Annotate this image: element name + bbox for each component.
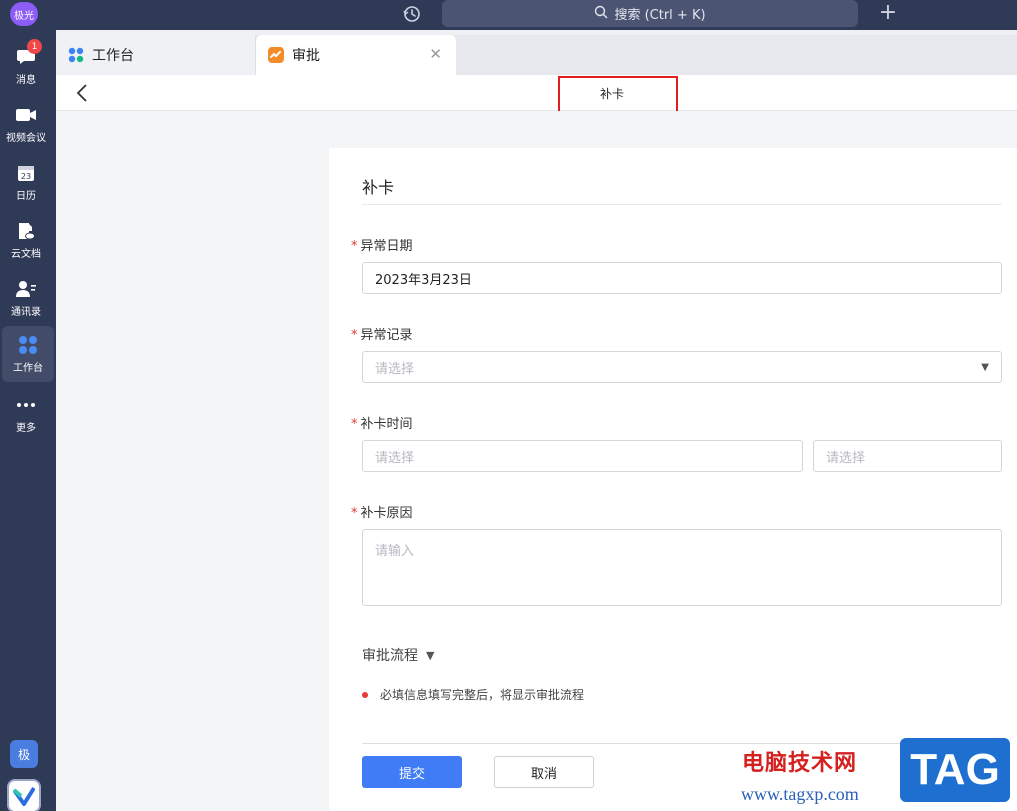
clock-history-icon[interactable]	[401, 3, 423, 25]
tab-workbench[interactable]: 工作台	[56, 35, 256, 75]
tab-label: 工作台	[92, 48, 134, 64]
field-label-abnormal-record: * 异常记录	[351, 324, 413, 343]
label-text: 补卡原因	[360, 506, 413, 521]
hint-text: 必填信息填写完整后，将显示审批流程	[380, 688, 585, 702]
user-avatar[interactable]: 极光	[10, 2, 38, 26]
watermark-site-name: 电脑技术网	[742, 751, 858, 776]
back-button[interactable]	[72, 81, 92, 105]
cancel-button[interactable]: 取消	[494, 756, 594, 788]
sidebar-item-label: 通讯录	[11, 307, 41, 318]
makeup-date-picker[interactable]: 请选择	[362, 440, 803, 472]
sidebar-item-label: 日历	[16, 191, 36, 202]
svg-text:23: 23	[21, 172, 31, 181]
unread-badge: 1	[27, 39, 42, 54]
caret-down-icon: ▼	[981, 362, 989, 373]
app-logo-icon[interactable]	[7, 779, 41, 811]
approval-flow-hint: 必填信息填写完整后，将显示审批流程	[362, 686, 584, 703]
sidebar-item-label: 云文档	[11, 249, 41, 260]
makeup-time-picker[interactable]: 请选择	[813, 440, 1002, 472]
page-header: 补卡	[56, 75, 1017, 111]
caret-down-icon: ▼	[426, 648, 435, 662]
approval-icon	[268, 47, 284, 63]
sidebar-item-label: 视频会议	[6, 133, 46, 144]
calendar-icon: 23	[15, 162, 37, 184]
form-title: 补卡	[362, 178, 395, 197]
required-mark: *	[351, 417, 358, 432]
tab-label: 审批	[292, 48, 320, 64]
abnormal-record-select[interactable]: 请选择 ▼	[362, 351, 1002, 383]
top-bar: 极光 搜索 (Ctrl + K) +	[0, 0, 1017, 30]
workbench-grid-icon	[17, 334, 39, 356]
sidebar-item-calendar[interactable]: 23 日历	[0, 154, 52, 210]
sidebar-item-messages[interactable]: 消息	[0, 38, 52, 94]
plus-icon[interactable]: +	[877, 2, 899, 24]
abnormal-date-input[interactable]: 2023年3月23日	[362, 262, 1002, 294]
left-sidebar: 消息 1 视频会议 23 日历 云文档 通讯录 工作台 更多 极	[0, 30, 56, 811]
flow-label-text: 审批流程	[362, 648, 418, 664]
tab-approval[interactable]: 审批 ✕	[256, 35, 456, 75]
submit-button[interactable]: 提交	[362, 756, 462, 788]
field-label-abnormal-date: * 异常日期	[351, 235, 413, 254]
approval-flow-toggle[interactable]: 审批流程 ▼	[362, 645, 434, 665]
divider	[362, 204, 1002, 205]
global-search-input[interactable]: 搜索 (Ctrl + K)	[442, 0, 858, 27]
more-dots-icon	[15, 394, 37, 416]
sidebar-item-workbench[interactable]: 工作台	[2, 326, 54, 382]
bullet-dot-icon	[362, 691, 368, 698]
field-label-makeup-time: * 补卡时间	[351, 413, 413, 432]
contacts-icon	[15, 278, 37, 300]
sidebar-item-video-meeting[interactable]: 视频会议	[0, 96, 52, 152]
org-avatar[interactable]: 极	[10, 740, 38, 768]
workbench-grid-icon	[68, 47, 84, 63]
sidebar-item-cloud-docs[interactable]: 云文档	[0, 212, 52, 268]
field-label-makeup-reason: * 补卡原因	[351, 502, 413, 521]
required-mark: *	[351, 239, 358, 254]
video-camera-icon	[15, 104, 37, 126]
sidebar-item-more[interactable]: 更多	[0, 386, 52, 442]
required-mark: *	[351, 328, 358, 343]
sidebar-item-label: 消息	[16, 75, 36, 86]
required-mark: *	[351, 506, 358, 521]
search-icon	[594, 5, 608, 23]
makeup-reason-textarea[interactable]: 请输入	[362, 529, 1002, 606]
cloud-doc-icon	[15, 220, 37, 242]
select-placeholder: 请选择	[375, 361, 415, 377]
watermark-url: www.tagxp.com	[741, 784, 859, 804]
label-text: 异常日期	[360, 239, 413, 254]
label-text: 补卡时间	[360, 417, 413, 432]
chevron-left-icon	[76, 84, 87, 102]
sidebar-item-contacts[interactable]: 通讯录	[0, 270, 52, 326]
sidebar-item-label: 工作台	[13, 363, 43, 374]
tab-strip: 工作台 审批 ✕	[56, 35, 1017, 75]
label-text: 异常记录	[360, 328, 413, 343]
watermark-tag-logo: TAG	[900, 738, 1010, 802]
makeup-form-card: 补卡 * 异常日期 2023年3月23日 * 异常记录 请选择 ▼ * 补卡时间 请选…	[329, 148, 1017, 811]
sidebar-item-label: 更多	[16, 423, 36, 434]
search-placeholder: 搜索 (Ctrl + K)	[614, 8, 706, 23]
close-icon[interactable]: ✕	[429, 47, 442, 62]
